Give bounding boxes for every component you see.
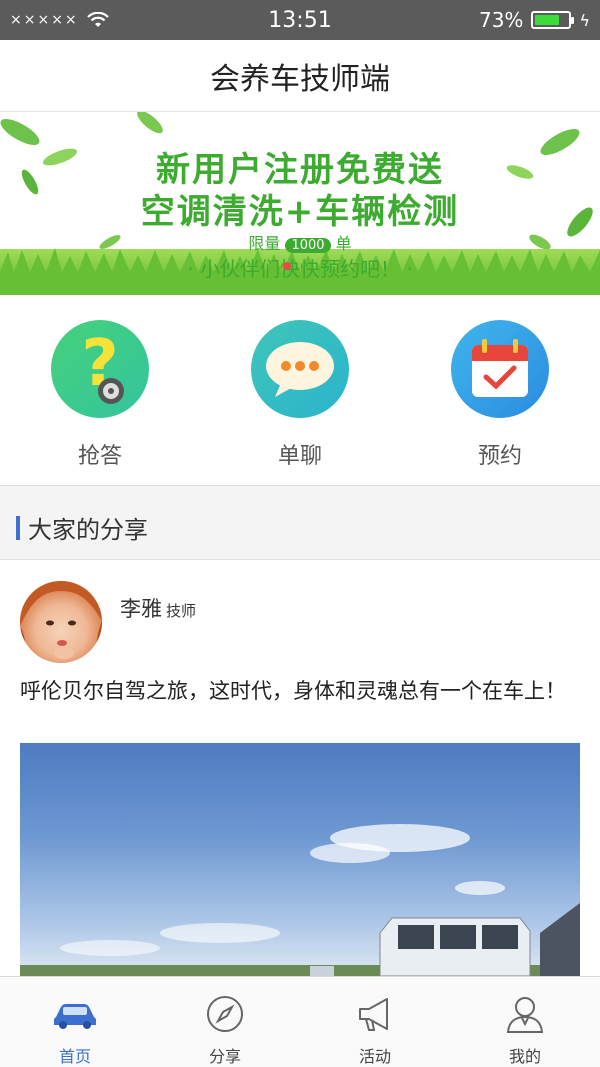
section-title: 大家的分享 <box>28 516 148 544</box>
tab-activity[interactable]: 活动 <box>300 977 450 1067</box>
banner-limit-count: 1000 <box>285 238 331 253</box>
megaphone-icon <box>355 993 395 1035</box>
carousel-indicator[interactable] <box>283 262 291 270</box>
calendar-icon <box>451 320 549 418</box>
author-role: 技师 <box>166 602 197 620</box>
banner-subheadline: 空调清洗+车辆检测 <box>140 192 460 232</box>
action-label: 抢答 <box>77 444 122 469</box>
status-bar: ××××× 13:51 73% ϟ <box>0 0 600 40</box>
tab-share[interactable]: 分享 <box>150 977 300 1067</box>
battery-icon <box>531 11 575 29</box>
car-icon <box>52 993 98 1035</box>
tab-home[interactable]: 首页 <box>0 977 150 1067</box>
status-time: 13:51 <box>268 7 332 33</box>
tab-label: 我的 <box>508 1047 541 1066</box>
app-header: 会养车技师端 <box>0 40 600 112</box>
share-post[interactable]: 李雅 技师 呼伦贝尔自驾之旅，这时代，身体和灵魂总有一个在车上！ <box>0 561 600 976</box>
tab-label: 活动 <box>358 1047 391 1066</box>
banner-limit-prefix: 限量 <box>248 234 281 253</box>
banner-cta: · 小伙伴们快快预约吧！ · <box>187 257 413 281</box>
post-text: 呼伦贝尔自驾之旅，这时代，身体和灵魂总有一个在车上！ <box>20 679 566 703</box>
section-accent-bar <box>16 515 20 540</box>
action-danliao[interactable]: 单聊 <box>230 320 370 470</box>
action-qiangda[interactable]: ? 抢答 <box>30 320 170 470</box>
tab-bar: 首页 分享 活动 我的 <box>0 976 600 1067</box>
post-photo[interactable] <box>20 743 580 976</box>
question-icon: ? <box>51 320 149 418</box>
section-header: 大家的分享 <box>0 485 600 560</box>
tab-mine[interactable]: 我的 <box>450 977 600 1067</box>
page-title: 会养车技师端 <box>210 61 390 97</box>
quick-actions: ? 抢答 单聊 预约 <box>0 295 600 485</box>
action-yuyue[interactable]: 预约 <box>430 320 570 470</box>
compass-icon <box>205 993 245 1035</box>
action-label: 单聊 <box>277 444 322 469</box>
action-label: 预约 <box>477 444 522 469</box>
author-name: 李雅 <box>120 597 162 621</box>
avatar[interactable] <box>20 581 102 663</box>
tab-label: 分享 <box>208 1047 241 1066</box>
post-author: 李雅 技师 <box>120 593 196 623</box>
banner-limit-suffix: 单 <box>335 234 352 253</box>
chat-icon <box>251 320 349 418</box>
banner-limit: 限量 1000 单 <box>0 230 600 254</box>
tab-label: 首页 <box>58 1047 91 1066</box>
user-icon <box>505 993 545 1035</box>
promo-banner[interactable]: 新用户注册免费送 空调清洗+车辆检测 限量 1000 单 · 小伙伴们快快预约吧… <box>0 112 600 295</box>
